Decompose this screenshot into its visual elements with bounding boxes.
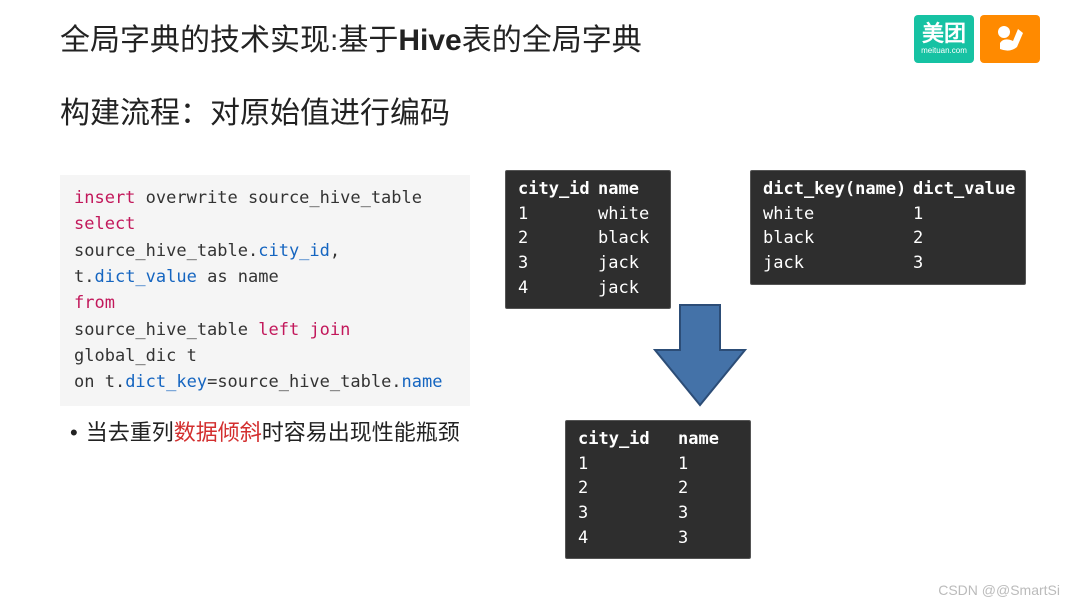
table-row: 22	[578, 476, 738, 501]
table-row: white1	[763, 202, 1013, 227]
table-row: 43	[578, 526, 738, 551]
dict-table: dict_key(name) dict_value white1 black2 …	[750, 170, 1026, 285]
code-line: select	[74, 211, 456, 237]
code-line: source_hive_table left join global_dic t	[74, 317, 456, 370]
bullet-red: 数据倾斜	[174, 420, 262, 445]
table-header: dict_key(name) dict_value	[763, 177, 1013, 202]
table-row: 3jack	[518, 251, 658, 276]
slide-header: 全局字典的技术实现:基于Hive表的全局字典 美团 meituan.com	[0, 0, 1080, 63]
table-row: 1white	[518, 202, 658, 227]
bullet-t1: 当去重列	[86, 420, 174, 445]
watermark: CSDN @@SmartSi	[938, 582, 1060, 598]
table-row: black2	[763, 226, 1013, 251]
bullet-t2: 时容易出现性能瓶颈	[262, 420, 460, 445]
code-line: on t.dict_key=source_hive_table.name	[74, 369, 456, 395]
table-row: 4jack	[518, 276, 658, 301]
down-arrow-icon	[650, 300, 750, 415]
title-hive: Hive	[398, 24, 461, 57]
title-pre: 全局字典的技术实现:基于	[60, 24, 398, 57]
code-line: source_hive_table.city_id,	[74, 238, 456, 264]
table-row: jack3	[763, 251, 1013, 276]
table-row: 11	[578, 452, 738, 477]
code-line: from	[74, 290, 456, 316]
code-line: t.dict_value as name	[74, 264, 456, 290]
slide-title: 全局字典的技术实现:基于Hive表的全局字典	[60, 15, 914, 59]
title-post: 表的全局字典	[462, 24, 642, 57]
logo-text: 美团	[922, 23, 966, 45]
bullet-dot: •	[70, 420, 78, 446]
logo-right-icon	[980, 15, 1040, 63]
logo-left: 美团 meituan.com	[914, 15, 974, 63]
code-line: insert overwrite source_hive_table	[74, 185, 456, 211]
result-table: city_id name 11 22 33 43	[565, 420, 751, 559]
source-table: city_id name 1white 2black 3jack 4jack	[505, 170, 671, 309]
logo-sub: meituan.com	[921, 47, 967, 55]
bullet-note: • 当去重列数据倾斜时容易出现性能瓶颈	[70, 415, 460, 447]
table-header: city_id name	[578, 427, 738, 452]
table-row: 33	[578, 501, 738, 526]
slide-subtitle: 构建流程：对原始值进行编码	[0, 63, 1080, 132]
table-row: 2black	[518, 226, 658, 251]
table-header: city_id name	[518, 177, 658, 202]
meituan-logo: 美团 meituan.com	[914, 15, 1040, 63]
sql-code-block: insert overwrite source_hive_table selec…	[60, 175, 470, 406]
